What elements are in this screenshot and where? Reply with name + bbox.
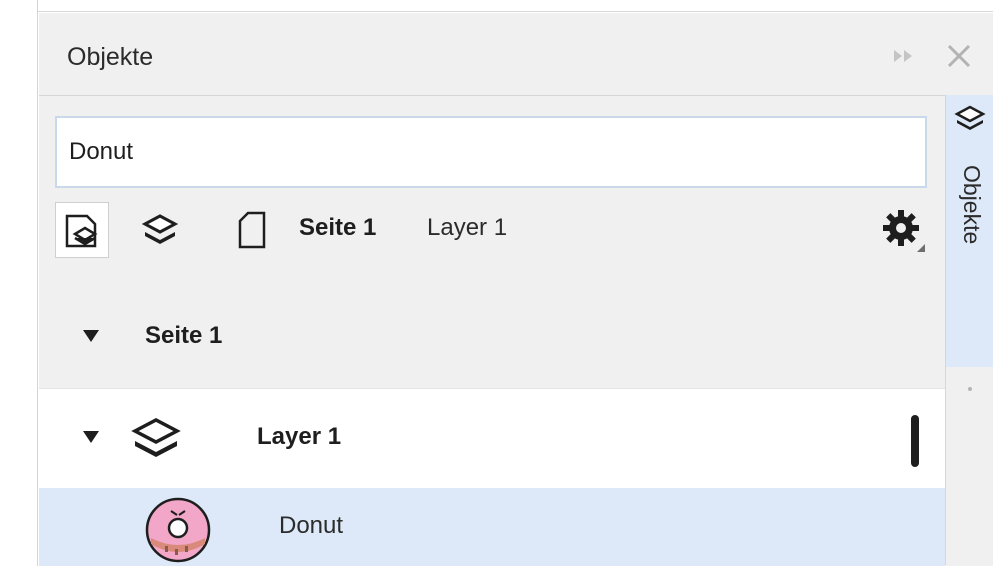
tab-objekte-label: Objekte [959,165,985,245]
tree-row-object[interactable]: Donut [39,488,945,566]
double-chevron-right-icon [894,50,912,62]
background-left [0,0,38,566]
page-layer-view-button[interactable] [55,202,109,258]
layer-label: Layer 1 [257,423,342,450]
object-label: Donut [279,512,344,539]
tab-separator [968,387,972,391]
close-docker-button[interactable] [944,41,974,71]
gear-icon [883,210,925,252]
expand-layer-toggle[interactable] [83,431,99,443]
breadcrumb-layer[interactable]: Layer 1 [427,214,507,242]
tree-row-layer[interactable]: Layer 1 [39,388,945,488]
collapse-docker-button[interactable] [889,41,919,71]
objects-toolbar: Seite 1 Layer 1 [55,198,945,262]
search-input[interactable] [55,116,927,188]
page-label: Seite 1 [145,322,223,349]
page-view-button[interactable] [225,202,279,258]
tab-objekte[interactable]: Objekte [946,95,993,367]
docker-side-tabs: Objekte [945,95,993,565]
layers-icon [954,105,986,130]
layer-view-button[interactable] [133,202,187,258]
expand-page-toggle[interactable] [83,330,99,342]
layers-icon [131,418,181,457]
page-view-icon [238,211,266,249]
close-icon [947,44,971,68]
layer-view-icon [141,214,179,244]
page-layer-view-icon [65,214,98,248]
tree-row-page[interactable]: Seite 1 [39,288,945,388]
options-button[interactable] [873,202,933,258]
breadcrumb-page[interactable]: Seite 1 [299,214,376,242]
docker-header: Objekte [39,13,993,95]
objects-panel: Seite 1 Layer 1 [39,95,945,566]
background-top [38,0,993,12]
layer-color-swatch[interactable] [911,415,919,467]
objects-docker: Objekte Donut Seite 1 Layer 1 Seite 1 La… [39,13,993,566]
docker-title: Objekte [67,43,154,71]
donut-icon [145,497,211,563]
